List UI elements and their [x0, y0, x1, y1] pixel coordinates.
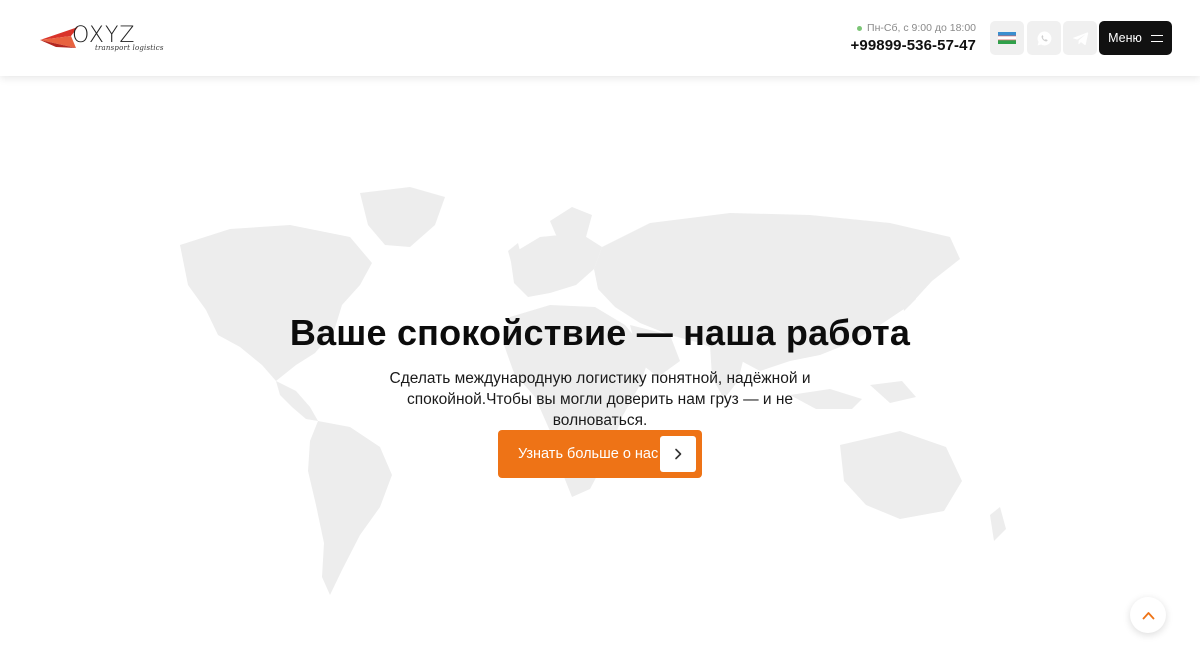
phone-number[interactable]: +99899-536-57-47 — [851, 37, 976, 54]
hero-section: Ваше спокойствие — наша работа Сделать м… — [0, 312, 1200, 431]
menu-label: Меню — [1108, 31, 1142, 45]
hero-title: Ваше спокойствие — наша работа — [289, 312, 911, 353]
uzbekistan-flag-icon — [998, 32, 1016, 44]
cta-arrow-box — [660, 436, 696, 472]
menu-button[interactable]: Меню — [1099, 21, 1172, 55]
page: OXYZ transport logistics Пн-Сб, с 9:00 д… — [0, 0, 1200, 667]
telegram-icon — [1072, 31, 1088, 45]
whatsapp-button[interactable] — [1027, 21, 1061, 55]
learn-more-label: Узнать больше о нас — [518, 446, 659, 462]
online-status-dot — [857, 25, 863, 31]
site-header: OXYZ transport logistics Пн-Сб, с 9:00 д… — [0, 0, 1200, 76]
telegram-button[interactable] — [1063, 21, 1097, 55]
working-hours: Пн-Сб, с 9:00 до 18:00 — [851, 22, 976, 34]
working-hours-text: Пн-Сб, с 9:00 до 18:00 — [867, 22, 976, 34]
hamburger-icon — [1150, 34, 1163, 42]
contact-block: Пн-Сб, с 9:00 до 18:00 +99899-536-57-47 — [851, 22, 976, 54]
scroll-to-top-button[interactable] — [1130, 597, 1166, 633]
learn-more-button[interactable]: Узнать больше о нас — [498, 430, 702, 478]
chevron-up-icon — [1142, 611, 1154, 619]
chevron-right-icon — [675, 448, 682, 460]
hero-subtitle: Сделать международную логистику понятной… — [389, 370, 811, 429]
whatsapp-icon — [1037, 31, 1051, 45]
logo-tagline: transport logistics — [95, 44, 164, 52]
language-button[interactable] — [990, 21, 1024, 55]
